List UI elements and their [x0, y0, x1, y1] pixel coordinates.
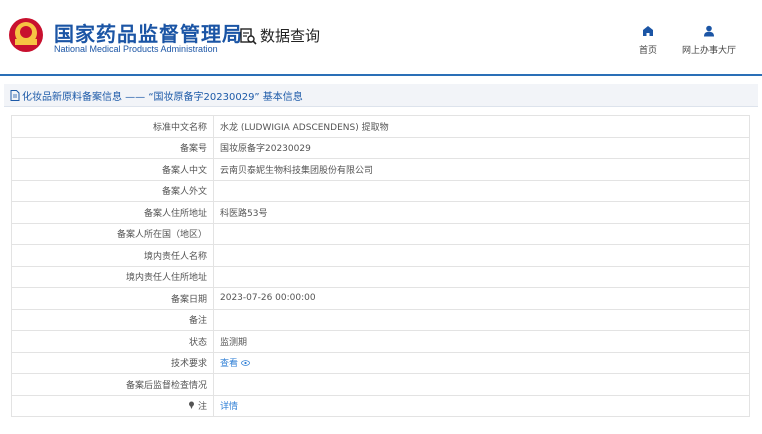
row-value: 国妆原备字20230029	[213, 136, 750, 159]
home-icon	[643, 26, 653, 36]
pin-icon	[189, 401, 195, 410]
row-value	[213, 179, 750, 202]
row-value: 2023-07-26 00:00:00	[213, 287, 750, 310]
table-row: 境内责任人名称	[11, 244, 750, 267]
nav-home[interactable]: 首页	[628, 22, 668, 56]
row-label: 备注	[11, 308, 214, 331]
row-label: 注	[197, 402, 207, 413]
table-row: 备案人住所地址 科医路53号	[11, 201, 750, 224]
details-link[interactable]: 详情	[220, 402, 238, 412]
table-row: 备案人外文	[11, 179, 750, 202]
row-label: 标准中文名称	[11, 115, 214, 138]
record-table: 标准中文名称 水龙 (LUDWIGIA ADSCENDENS) 提取物 备案号 …	[11, 115, 750, 417]
view-link-label: 查看	[220, 359, 239, 370]
user-icon	[704, 25, 714, 37]
row-label: 备案后监督检查情况	[11, 373, 214, 396]
row-label: 备案号	[11, 136, 214, 159]
table-row: 备案日期 2023-07-26 00:00:00	[11, 287, 750, 310]
row-label: 备案日期	[11, 287, 214, 310]
brand-subtitle: National Medical Products Administration	[54, 44, 218, 54]
row-label: 境内责任人名称	[11, 244, 214, 267]
row-value: 详情	[213, 394, 750, 417]
table-row: 备案号 国妆原备字20230029	[11, 136, 750, 159]
row-label: 备案人外文	[11, 179, 214, 202]
view-tech-requirements-link[interactable]: 查看	[220, 359, 250, 369]
row-label: 备案人中文	[11, 158, 214, 181]
table-row: 备案人中文 云南贝泰妮生物科技集团股份有限公司	[11, 158, 750, 181]
record-section: 化妆品新原料备案信息 —— “国妆原备字20230029” 基本信息 标准中文名…	[0, 84, 762, 434]
row-label: 备案人住所地址	[11, 201, 214, 224]
row-label: 境内责任人住所地址	[11, 265, 214, 288]
row-value	[213, 308, 750, 331]
row-value	[213, 373, 750, 396]
row-value: 科医路53号	[213, 201, 750, 224]
row-label: 状态	[11, 330, 214, 353]
nav-online-hall[interactable]: 网上办事大厅	[678, 22, 740, 56]
row-value	[213, 265, 750, 288]
row-label: 技术要求	[11, 351, 214, 374]
data-query-title: 数据查询	[239, 25, 320, 46]
row-value: 查看	[213, 351, 750, 374]
table-row: 境内责任人住所地址	[11, 265, 750, 288]
table-row: 标准中文名称 水龙 (LUDWIGIA ADSCENDENS) 提取物	[11, 115, 750, 138]
table-row: 备案人所在国（地区）	[11, 222, 750, 245]
data-query-label: 数据查询	[260, 27, 321, 45]
table-row: 状态 监测期	[11, 330, 750, 353]
nav-online-hall-label: 网上办事大厅	[681, 46, 736, 56]
table-row: 备注	[11, 308, 750, 331]
row-value: 监测期	[213, 330, 750, 353]
section-title: 化妆品新原料备案信息 —— “国妆原备字20230029” 基本信息	[22, 91, 303, 103]
row-value	[213, 222, 750, 245]
nmpa-logo-icon	[9, 18, 43, 52]
table-row: 备案后监督检查情况	[11, 373, 750, 396]
eye-icon	[240, 360, 250, 367]
document-icon	[10, 89, 20, 101]
row-value	[213, 244, 750, 267]
nav-home-label: 首页	[638, 46, 657, 56]
brand-title: 国家药品监督管理局	[54, 22, 243, 46]
row-label: 备案人所在国（地区）	[11, 222, 214, 245]
data-query-icon	[240, 27, 257, 45]
row-value: 云南贝泰妮生物科技集团股份有限公司	[213, 158, 750, 181]
page-header: 国家药品监督管理局 National Medical Products Admi…	[0, 0, 762, 76]
section-title-bar: 化妆品新原料备案信息 —— “国妆原备字20230029” 基本信息	[4, 84, 758, 107]
table-row: 技术要求 查看	[11, 351, 750, 374]
table-row: 注 详情	[11, 394, 750, 417]
row-label-note: 注	[11, 394, 214, 417]
row-value: 水龙 (LUDWIGIA ADSCENDENS) 提取物	[213, 115, 750, 138]
